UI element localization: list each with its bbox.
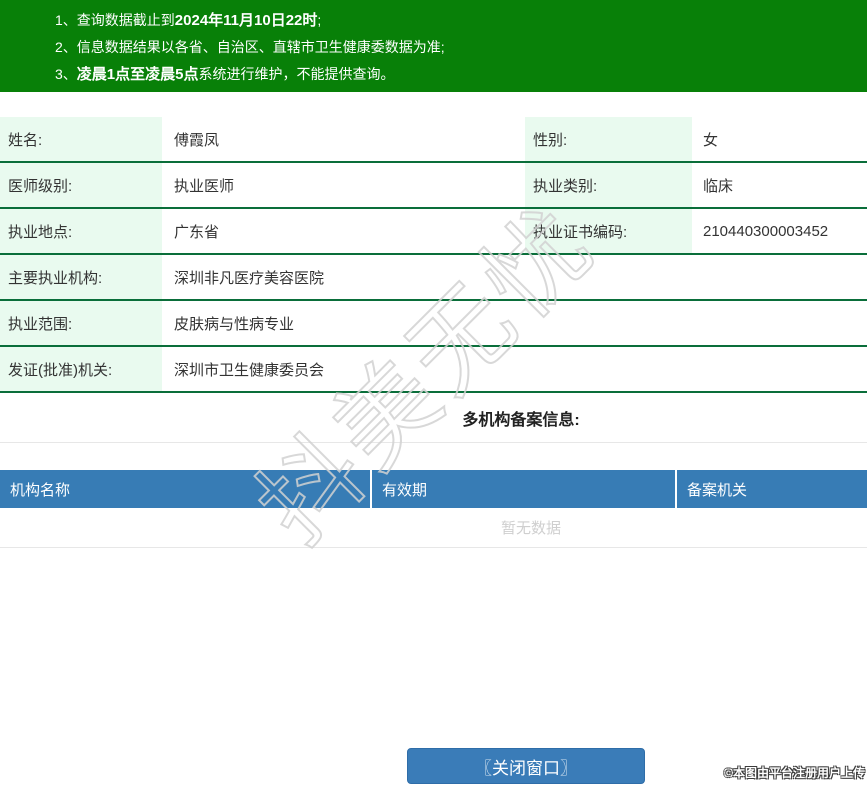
notice-line-1: 1、查询数据截止到2024年11月10日22时; <box>0 7 867 34</box>
field-label-main-institution: 主要执业机构: <box>0 255 162 299</box>
field-label-practice-location: 执业地点: <box>0 209 162 253</box>
notice-number: 2、 <box>55 39 77 55</box>
field-value-certificate-no: 210440300003452 <box>703 222 829 240</box>
copyright-watermark-text: ©本图由平台注册用户上传 <box>724 766 865 780</box>
query-result-page: 1、查询数据截止到2024年11月10日22时; 2、信息数据结果以各省、自治区… <box>0 0 867 785</box>
notice-text: 查询数据截止到 <box>76 12 175 28</box>
table-row: 执业地点: 广东省 执业证书编码: 210440300003452 <box>0 209 867 255</box>
notice-text: 信息数据结果以各省、自治区、直辖市卫生健康委数据为准; <box>76 39 445 55</box>
table-row: 发证(批准)机关: 深圳市卫生健康委员会 <box>0 347 867 393</box>
close-window-button[interactable]: 〖关闭窗口〗 <box>407 748 645 784</box>
field-label-name: 姓名: <box>0 117 162 161</box>
multi-org-section: 多机构备案信息: <box>0 393 867 443</box>
notice-line-3: 3、凌晨1点至凌晨5点系统进行维护，不能提供查询。 <box>0 61 867 88</box>
field-value-name: 傅霞凤 <box>174 131 220 149</box>
table-row: 姓名: 傅霞凤 性别: 女 <box>0 117 867 163</box>
practitioner-info-table: 姓名: 傅霞凤 性别: 女 医师级别: 执业医师 执业类别: 临床 执业地点: … <box>0 117 867 393</box>
notice-text: ; <box>317 12 322 28</box>
field-label-practice-category: 执业类别: <box>525 163 692 207</box>
field-value-doctor-level: 执业医师 <box>174 177 235 195</box>
field-label-certificate-no: 执业证书编码: <box>525 209 692 253</box>
table-row: 执业范围: 皮肤病与性病专业 <box>0 301 867 347</box>
empty-data-text: 暂无数据 <box>500 520 561 537</box>
field-value-practice-scope: 皮肤病与性病专业 <box>174 315 295 333</box>
table-row: 医师级别: 执业医师 执业类别: 临床 <box>0 163 867 209</box>
field-value-gender: 女 <box>703 131 719 149</box>
notice-number: 3、 <box>55 66 77 82</box>
field-value-main-institution: 深圳非凡医疗美容医院 <box>174 269 325 287</box>
table-row: 主要执业机构: 深圳非凡医疗美容医院 <box>0 255 867 301</box>
org-table-empty-row: 暂无数据 <box>0 508 867 548</box>
notice-line-2: 2、信息数据结果以各省、自治区、直辖市卫生健康委数据为准; <box>0 34 867 61</box>
notice-text-bold: 2024年11月10日22时 <box>174 12 318 29</box>
org-table-header: 机构名称 有效期 备案机关 <box>0 470 867 508</box>
field-value-practice-category: 临床 <box>703 177 734 195</box>
notice-banner: 1、查询数据截止到2024年11月10日22时; 2、信息数据结果以各省、自治区… <box>0 0 867 92</box>
field-value-issuing-authority: 深圳市卫生健康委员会 <box>174 361 325 379</box>
field-label-issuing-authority: 发证(批准)机关: <box>0 347 162 391</box>
org-table-header-filing-authority: 备案机关 <box>687 481 748 499</box>
notice-number: 1、 <box>55 12 77 28</box>
field-label-practice-scope: 执业范围: <box>0 301 162 345</box>
org-table-header-validity: 有效期 <box>372 470 677 508</box>
field-label-gender: 性别: <box>525 117 692 161</box>
field-label-doctor-level: 医师级别: <box>0 163 162 207</box>
field-value-practice-location: 广东省 <box>174 223 220 241</box>
notice-text: 系统进行维护，不能提供查询。 <box>198 66 395 82</box>
org-table-header-institution: 机构名称 <box>0 470 372 508</box>
notice-text-bold: 凌晨1点至凌晨5点 <box>76 66 199 83</box>
section-title: 多机构备案信息: <box>462 411 580 429</box>
